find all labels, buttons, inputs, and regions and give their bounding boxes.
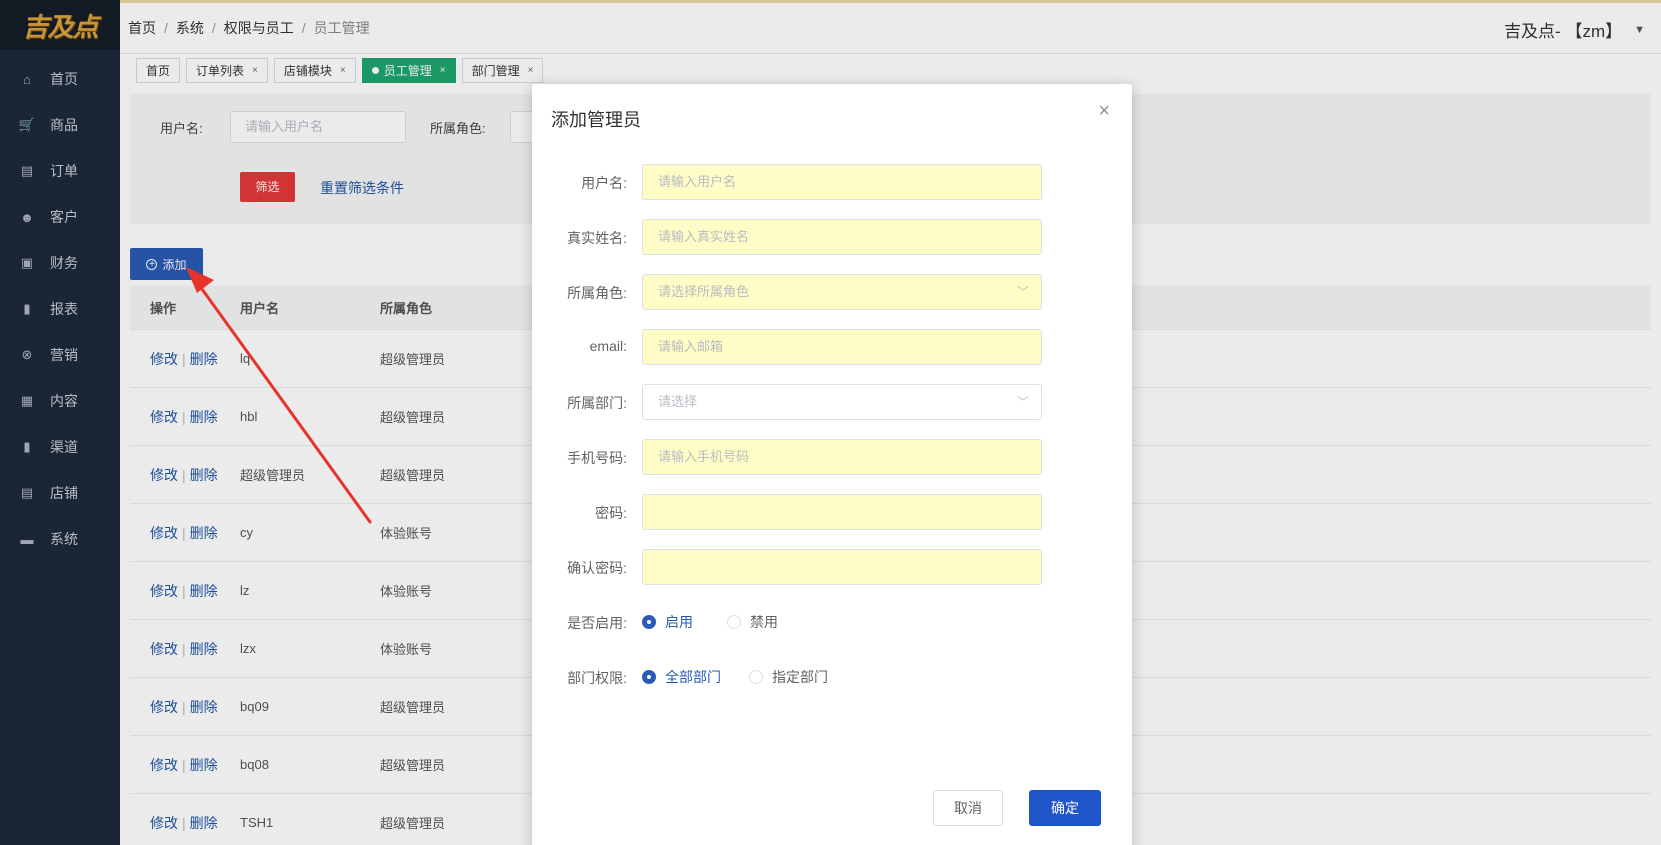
confirm-button[interactable]: 确定 xyxy=(1029,790,1101,826)
radio-disabled[interactable]: 禁用 xyxy=(727,612,778,632)
phone-label: 手机号码: xyxy=(567,450,627,466)
form-row-username: 用户名: 请输入用户名 xyxy=(532,164,1132,200)
radio-all-depts[interactable]: 全部部门 xyxy=(642,667,721,687)
role-select[interactable]: 请选择所属角色 ﹀ xyxy=(642,274,1042,310)
dept-permission-radio-group: 全部部门 指定部门 xyxy=(642,667,862,687)
form-row-password: 密码: xyxy=(532,494,1132,530)
dept-permission-label: 部门权限: xyxy=(567,670,627,686)
role-label: 所属角色: xyxy=(567,285,627,301)
form-row-email: email: 请输入邮箱 xyxy=(532,329,1132,365)
form-row-role: 所属角色: 请选择所属角色 ﹀ xyxy=(532,274,1132,310)
close-icon[interactable]: × xyxy=(1098,100,1110,123)
confirm-password-input[interactable] xyxy=(642,549,1042,585)
form-row-confirm-password: 确认密码: xyxy=(532,549,1132,585)
password-input[interactable] xyxy=(642,494,1042,530)
form-row-phone: 手机号码: 请输入手机号码 xyxy=(532,439,1132,475)
add-admin-dialog: 添加管理员 × 用户名: 请输入用户名 真实姓名: 请输入真实姓名 所属角色: … xyxy=(532,84,1132,845)
email-input[interactable]: 请输入邮箱 xyxy=(642,329,1042,365)
enabled-label: 是否启用: xyxy=(567,615,627,631)
username-label: 用户名: xyxy=(581,175,627,191)
dept-select-placeholder: 请选择 xyxy=(658,394,698,409)
radio-dot xyxy=(642,670,656,684)
form-row-realname: 真实姓名: 请输入真实姓名 xyxy=(532,219,1132,255)
radio-all-depts-label: 全部部门 xyxy=(665,669,721,685)
dept-select[interactable]: 请选择 ﹀ xyxy=(642,384,1042,420)
password-label: 密码: xyxy=(595,505,627,521)
cancel-button[interactable]: 取消 xyxy=(933,790,1003,826)
chevron-down-icon: ﹀ xyxy=(1016,395,1029,409)
chevron-down-icon: ﹀ xyxy=(1016,285,1029,299)
realname-input[interactable]: 请输入真实姓名 xyxy=(642,219,1042,255)
radio-enabled[interactable]: 启用 xyxy=(642,612,693,632)
role-select-placeholder: 请选择所属角色 xyxy=(658,284,750,299)
email-label: email: xyxy=(589,338,627,354)
radio-specific-depts[interactable]: 指定部门 xyxy=(749,667,828,687)
radio-specific-depts-label: 指定部门 xyxy=(772,669,828,685)
realname-label: 真实姓名: xyxy=(567,230,627,246)
radio-dot xyxy=(642,615,656,629)
enabled-radio-group: 启用 禁用 xyxy=(642,612,812,632)
radio-dot xyxy=(749,670,763,684)
phone-input[interactable]: 请输入手机号码 xyxy=(642,439,1042,475)
dept-label: 所属部门: xyxy=(567,395,627,411)
confirm-password-label: 确认密码: xyxy=(567,560,627,576)
dialog-title: 添加管理员 xyxy=(551,110,641,130)
radio-enabled-label: 启用 xyxy=(665,614,693,630)
radio-dot xyxy=(727,615,741,629)
radio-disabled-label: 禁用 xyxy=(750,614,778,630)
form-row-dept: 所属部门: 请选择 ﹀ xyxy=(532,384,1132,420)
form-row-enabled: 是否启用: 启用 禁用 xyxy=(532,604,1132,640)
form-row-dept-permission: 部门权限: 全部部门 指定部门 xyxy=(532,659,1132,695)
username-input[interactable]: 请输入用户名 xyxy=(642,164,1042,200)
